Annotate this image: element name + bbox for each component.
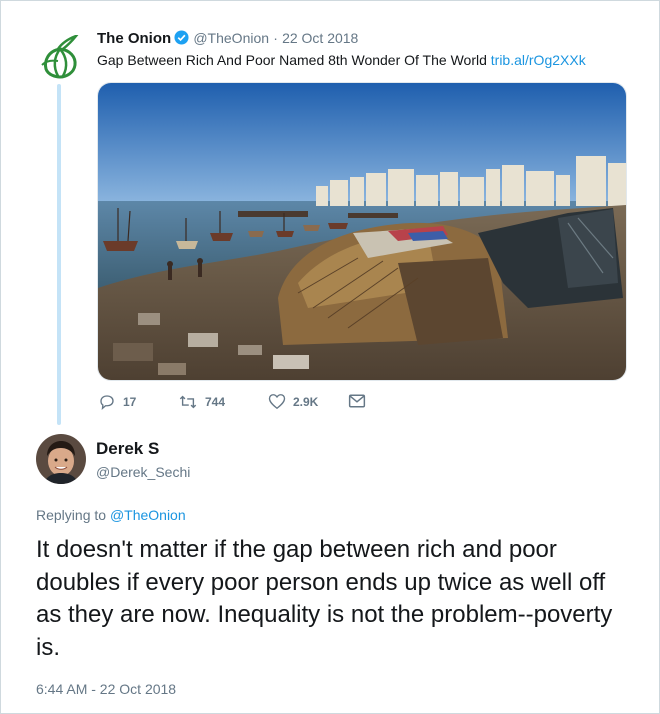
reply-action[interactable]: 17: [98, 393, 136, 411]
tweet-headline: Gap Between Rich And Poor Named 8th Wond…: [97, 52, 487, 68]
like-action[interactable]: 2.9K: [268, 393, 318, 410]
profile-photo: [36, 434, 86, 484]
retweet-icon: [179, 395, 197, 409]
retweet-action[interactable]: 744: [178, 393, 225, 411]
onion-logo-icon[interactable]: [40, 35, 80, 79]
tweet-text: Gap Between Rich And Poor Named 8th Wond…: [97, 52, 586, 68]
author-name[interactable]: The Onion: [97, 30, 171, 47]
avatar[interactable]: [36, 434, 86, 484]
replying-prefix: Replying to: [36, 507, 107, 523]
slum-coastline-photo: [98, 83, 626, 380]
reply-author-handle[interactable]: @Derek_Sechi: [96, 464, 190, 480]
reply-tweet-text: It doesn't matter if the gap between ric…: [36, 536, 613, 661]
tweet-header: The Onion @TheOnion · 22 Oct 2018: [97, 30, 358, 47]
direct-message-action[interactable]: [348, 393, 366, 409]
reply-count: 17: [123, 395, 137, 409]
tweet-date[interactable]: 22 Oct 2018: [282, 30, 358, 46]
direct-message-icon: [348, 394, 366, 408]
verified-badge-icon: [174, 30, 189, 45]
replying-to-handle[interactable]: @TheOnion: [110, 507, 186, 523]
replying-to-line: Replying to @TheOnion: [36, 507, 186, 523]
author-handle[interactable]: @TheOnion: [193, 30, 269, 46]
thread-connector-line: [57, 84, 61, 425]
retweet-count: 744: [205, 395, 226, 409]
tweet-photo[interactable]: [97, 82, 627, 381]
tweet-link[interactable]: trib.al/rOg2XXk: [491, 52, 586, 68]
header-separator: ·: [273, 30, 278, 46]
like-heart-icon: [268, 394, 286, 410]
like-count: 2.9K: [293, 394, 319, 409]
reply-icon: [100, 395, 114, 411]
reply-author-name[interactable]: Derek S: [96, 439, 159, 459]
reply-timestamp[interactable]: 6:44 AM - 22 Oct 2018: [36, 681, 176, 697]
